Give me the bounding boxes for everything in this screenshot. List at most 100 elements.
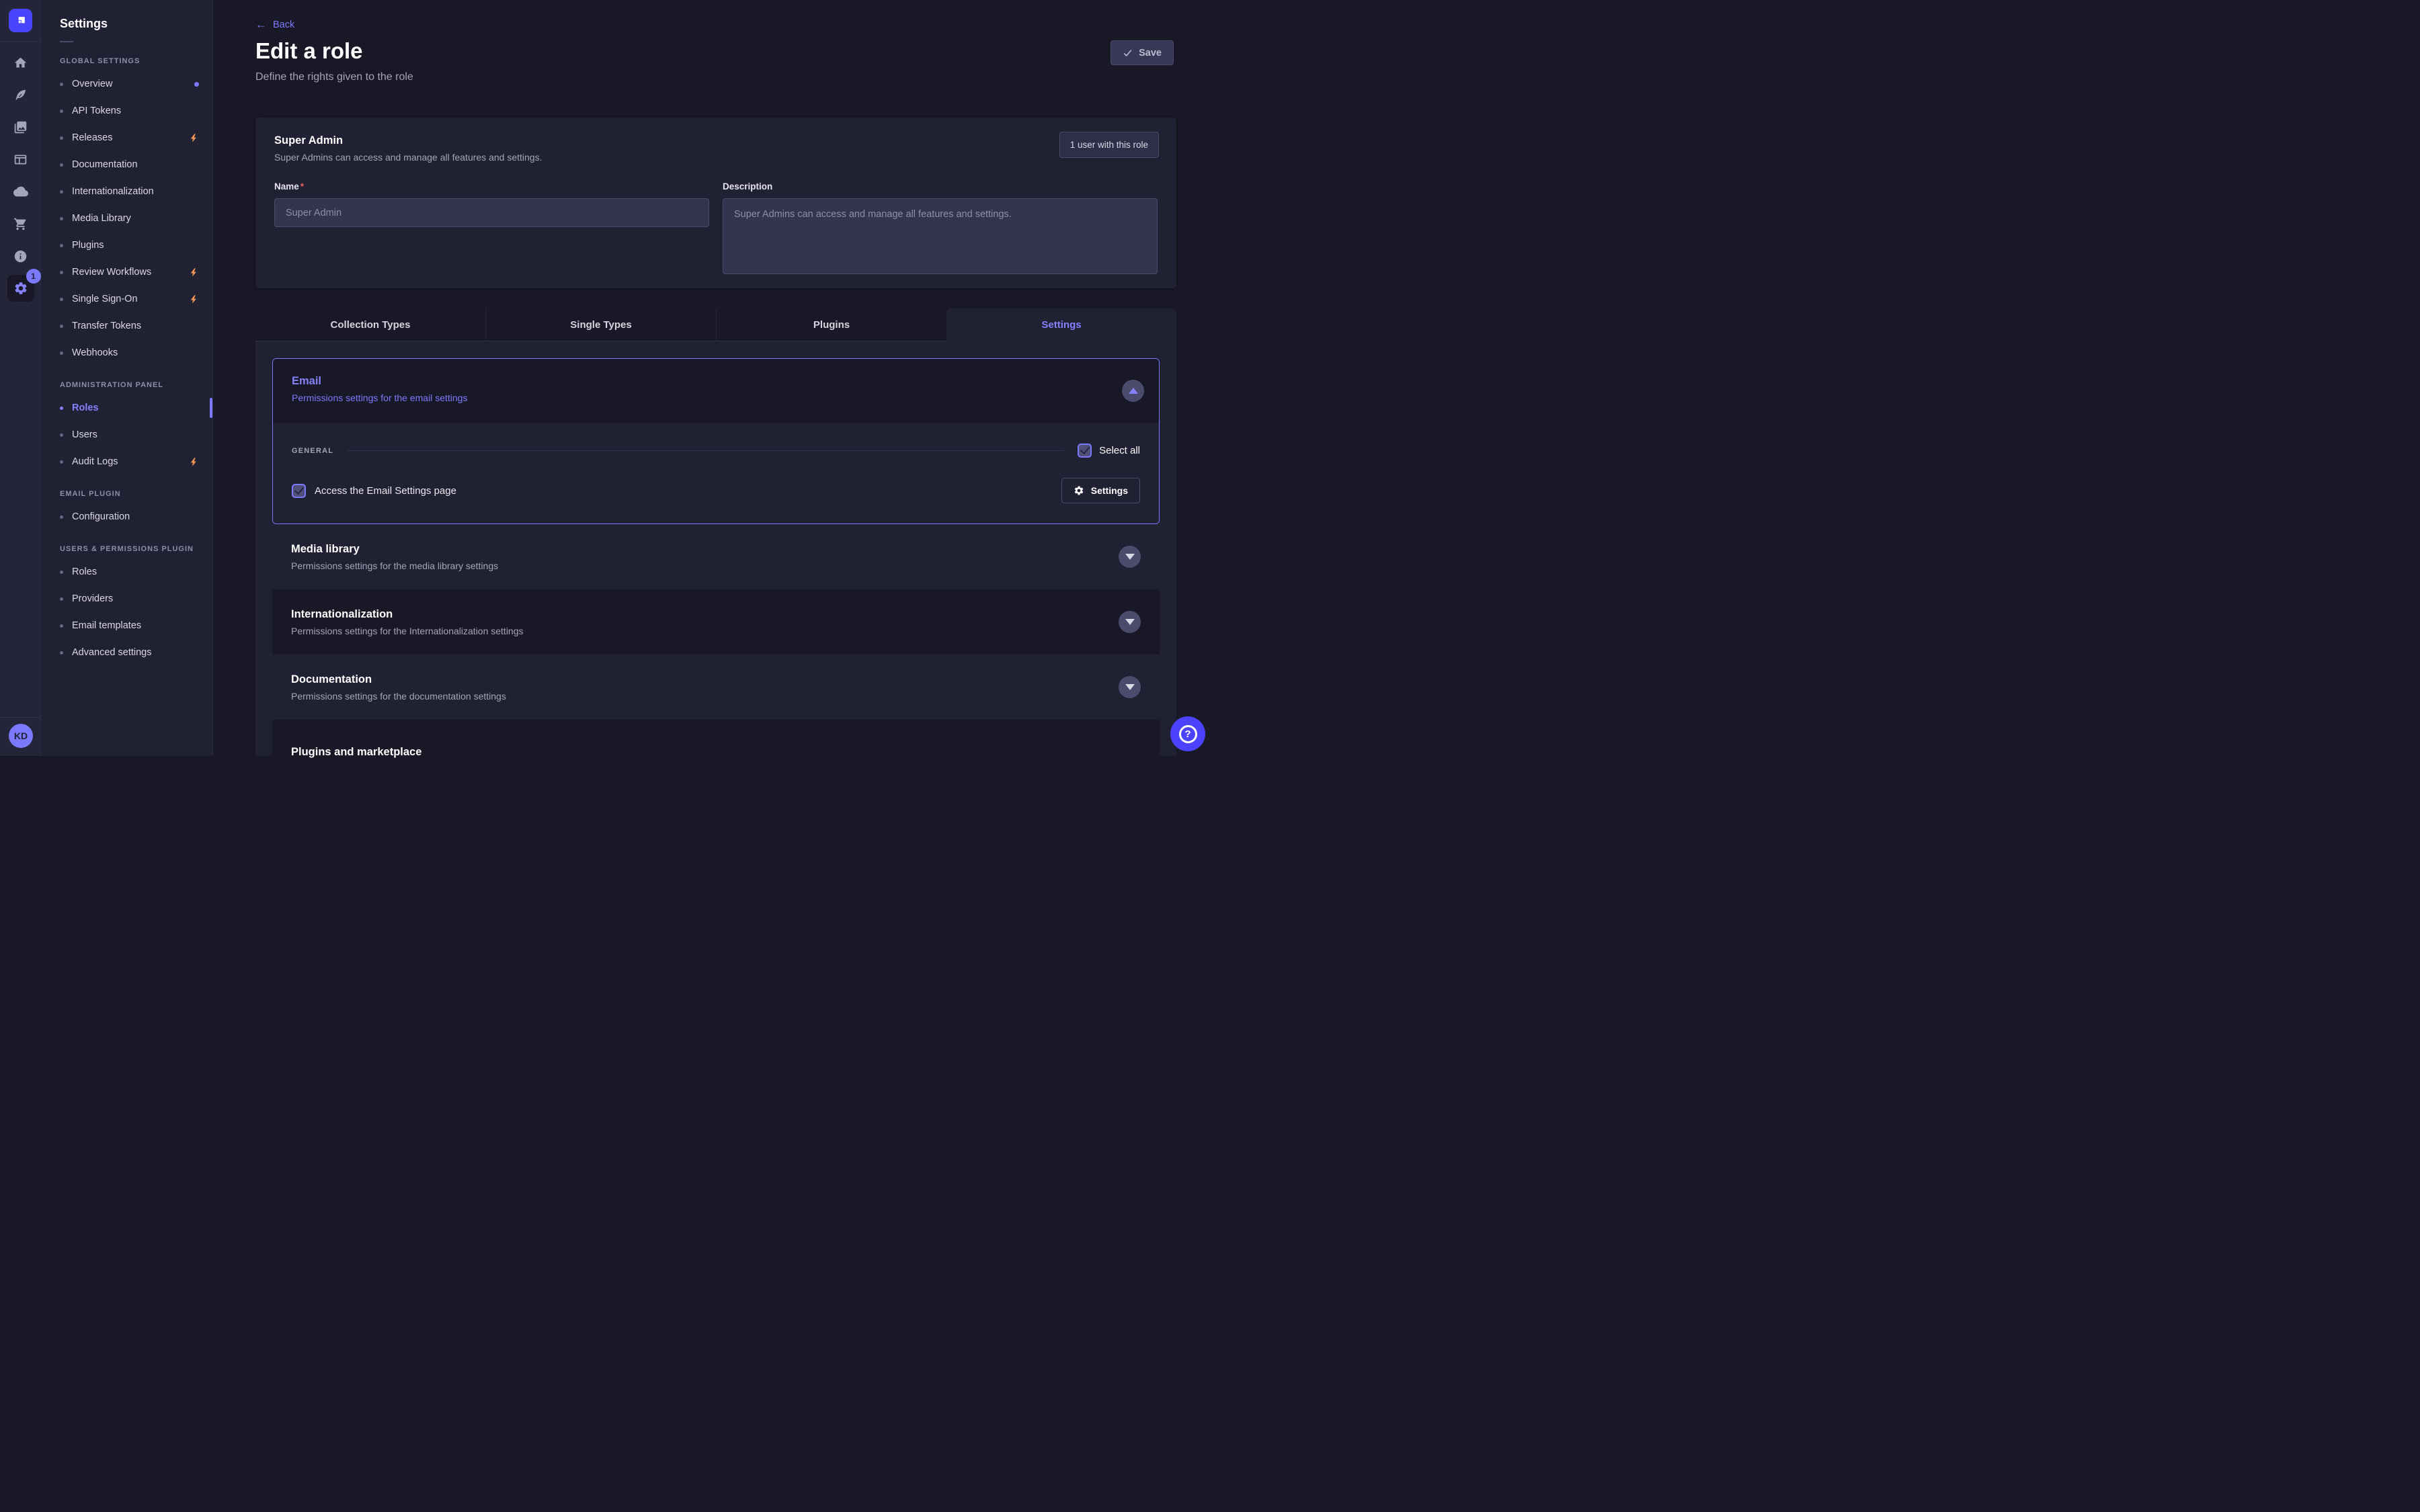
email-accordion-title: Email [292, 375, 1140, 388]
notification-dot [194, 82, 199, 87]
sidebar-item-providers[interactable]: Providers [41, 585, 212, 612]
email-accordion-subtitle: Permissions settings for the email setti… [292, 392, 1140, 403]
role-description-text: Super Admins can access and manage all f… [274, 152, 1158, 163]
media-library-icon[interactable] [0, 111, 41, 143]
documentation-accordion[interactable]: Documentation Permissions settings for t… [272, 655, 1160, 720]
bullet [60, 407, 63, 410]
home-icon[interactable] [0, 46, 41, 79]
bullet [60, 460, 63, 464]
content-type-builder-icon[interactable] [0, 143, 41, 175]
description-field-group: Description Super Admins can access and … [723, 181, 1158, 278]
sidebar-item-plugins[interactable]: Plugins [41, 232, 212, 259]
settings-gear-icon[interactable]: 1 [0, 272, 41, 304]
bullet [60, 515, 63, 519]
help-button[interactable]: ? [1170, 716, 1205, 751]
main-nav-rail: 1 KD [0, 0, 41, 756]
select-all-label: Select all [1099, 445, 1140, 456]
role-name-heading: Super Admin [274, 134, 1158, 147]
expand-button[interactable] [1119, 611, 1141, 633]
internationalization-accordion[interactable]: Internationalization Permissions setting… [272, 589, 1160, 655]
sidebar-item-media-library[interactable]: Media Library [41, 205, 212, 232]
sidebar-item-audit-logs[interactable]: Audit Logs [41, 448, 212, 475]
select-all-checkbox[interactable] [1078, 444, 1092, 458]
access-email-settings-checkbox[interactable] [292, 484, 306, 498]
expand-button[interactable] [1119, 546, 1141, 568]
permissions-tablist: Collection Types Single Types Plugins Se… [255, 308, 1176, 341]
required-asterisk: * [300, 181, 304, 192]
bullet [60, 136, 63, 140]
media-library-accordion[interactable]: Media library Permissions settings for t… [272, 524, 1160, 589]
description-textarea[interactable]: Super Admins can access and manage all f… [723, 198, 1158, 274]
strapi-logo[interactable] [9, 9, 32, 32]
section-header-global-settings: GLOBAL SETTINGS [41, 52, 212, 71]
sidebar-item-transfer-tokens[interactable]: Transfer Tokens [41, 312, 212, 339]
bullet [60, 351, 63, 355]
bullet [60, 571, 63, 574]
settings-notification-badge: 1 [26, 269, 41, 284]
expand-button[interactable] [1119, 676, 1141, 698]
collapse-button[interactable] [1122, 380, 1144, 402]
name-input[interactable] [274, 198, 709, 227]
sidebar-item-roles-admin[interactable]: Roles [41, 394, 212, 421]
select-all-control: Select all [1078, 444, 1140, 458]
name-field-group: Name* [274, 181, 709, 278]
sidebar-item-internationalization[interactable]: Internationalization [41, 178, 212, 205]
tab-single-types[interactable]: Single Types [486, 308, 717, 341]
bullet [60, 110, 63, 113]
gear-icon [1074, 485, 1084, 496]
name-label: Name [274, 181, 299, 192]
chevron-up-icon [1129, 388, 1138, 394]
rail-divider [0, 717, 40, 718]
sidebar-item-roles-up[interactable]: Roles [41, 558, 212, 585]
back-link[interactable]: ← Back [255, 19, 294, 30]
lightning-icon [189, 133, 199, 143]
sidebar-item-review-workflows[interactable]: Review Workflows [41, 259, 212, 286]
tab-plugins[interactable]: Plugins [717, 308, 946, 341]
section-header-email-plugin: EMAIL PLUGIN [41, 485, 212, 503]
sidebar-item-documentation[interactable]: Documentation [41, 151, 212, 178]
bullet [60, 244, 63, 247]
chevron-down-icon [1125, 684, 1135, 690]
bullet [60, 651, 63, 655]
sidebar-item-releases[interactable]: Releases [41, 124, 212, 151]
section-header-administration-panel: ADMINISTRATION PANEL [41, 376, 212, 394]
page-subtitle: Define the rights given to the role [255, 71, 413, 83]
tab-collection-types[interactable]: Collection Types [255, 308, 486, 341]
settings-sidebar: Settings GLOBAL SETTINGS Overview API To… [41, 0, 213, 756]
chevron-down-icon [1125, 554, 1135, 560]
bullet [60, 597, 63, 601]
bullet [60, 163, 63, 167]
lightning-icon [189, 267, 199, 278]
settings-tab-panel: Email Permissions settings for the email… [255, 341, 1176, 756]
question-mark-icon: ? [1179, 725, 1197, 743]
rail-divider [0, 41, 40, 42]
sidebar-item-users[interactable]: Users [41, 421, 212, 448]
description-label: Description [723, 181, 772, 192]
page-title: Edit a role [255, 38, 363, 64]
sidebar-item-configuration[interactable]: Configuration [41, 503, 212, 530]
sidebar-item-advanced-settings[interactable]: Advanced settings [41, 639, 212, 666]
bullet [60, 271, 63, 274]
sidebar-item-api-tokens[interactable]: API Tokens [41, 97, 212, 124]
email-accordion-header[interactable]: Email Permissions settings for the email… [273, 359, 1159, 423]
save-button[interactable]: Save [1111, 40, 1174, 65]
sidebar-item-email-templates[interactable]: Email templates [41, 612, 212, 639]
users-with-role-button[interactable]: 1 user with this role [1059, 132, 1159, 158]
email-settings-button[interactable]: Settings [1061, 478, 1140, 503]
role-details-card: Super Admin Super Admins can access and … [255, 118, 1176, 288]
sidebar-item-webhooks[interactable]: Webhooks [41, 339, 212, 366]
bullet [60, 298, 63, 301]
content-manager-feather-icon[interactable] [0, 79, 41, 111]
sidebar-item-overview[interactable]: Overview [41, 71, 212, 97]
bullet [60, 624, 63, 628]
sidebar-item-single-sign-on[interactable]: Single Sign-On [41, 286, 212, 312]
tab-settings[interactable]: Settings [946, 308, 1176, 341]
plugins-marketplace-accordion[interactable]: Plugins and marketplace [272, 720, 1160, 785]
email-accordion-body: GENERAL Select all Access the Email Sett… [273, 423, 1159, 523]
user-avatar[interactable]: KD [9, 724, 33, 748]
cloud-icon[interactable] [0, 175, 41, 208]
info-icon[interactable] [0, 240, 41, 272]
marketplace-cart-icon[interactable] [0, 208, 41, 240]
bullet [60, 217, 63, 220]
permission-label: Access the Email Settings page [315, 485, 456, 497]
